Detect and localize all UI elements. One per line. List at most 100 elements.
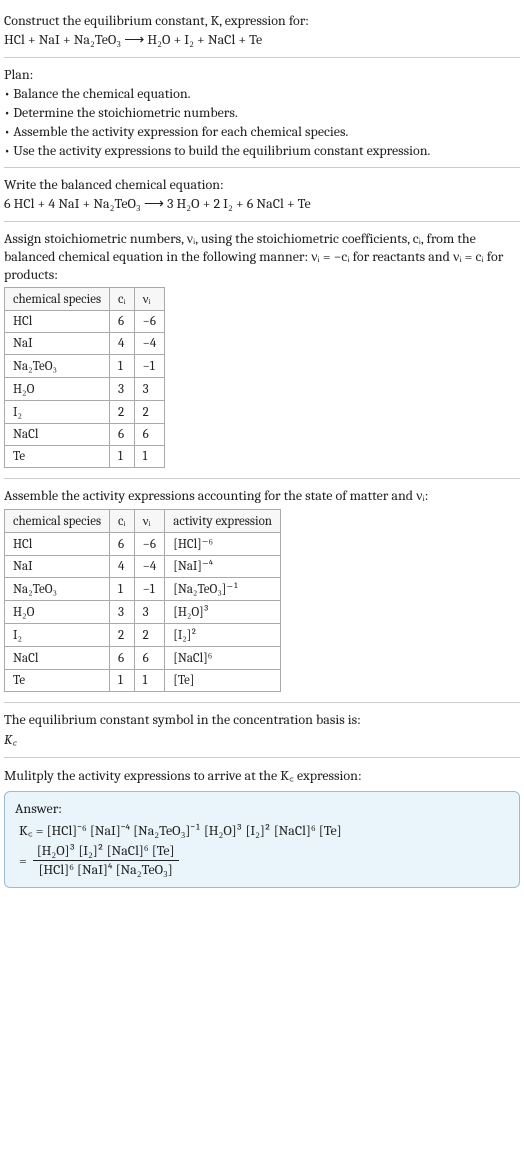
symbol-title: The equilibrium constant symbol in the c… [4, 711, 520, 728]
table-row: Na₂TeO₃1−1 [5, 355, 165, 378]
cell-activity: [I₂]² [165, 624, 281, 647]
cell-activity: [Te] [165, 670, 281, 692]
col-species: chemical species [5, 288, 110, 311]
balanced-equation: 6 HCl + 4 NaI + Na₂TeO₃ ⟶ 3 H₂O + 2 I₂ +… [4, 195, 520, 213]
cell-vi: 1 [134, 670, 165, 692]
plan-title: Plan: [4, 66, 520, 83]
cell-activity: [Na₂TeO₃]⁻¹ [165, 578, 281, 601]
col-ci: cᵢ [110, 288, 135, 311]
cell-vi: −1 [134, 355, 165, 378]
cell-activity: [HCl]⁻⁶ [165, 533, 281, 556]
answer-line1: K꜀ = [HCl]⁻⁶ [NaI]⁻⁴ [Na₂TeO₃]⁻¹ [H₂O]³ … [19, 821, 342, 840]
col-activity: activity expression [165, 510, 281, 533]
col-ci: cᵢ [110, 510, 135, 533]
table-row: NaCl66 [5, 424, 165, 446]
section-prompt: Construct the equilibrium constant, K, e… [4, 4, 520, 58]
table-row: NaCl66[NaCl]⁶ [5, 647, 281, 670]
col-vi: νᵢ [134, 288, 165, 311]
fraction-denominator: [HCl]⁶ [NaI]⁴ [Na₂TeO₃] [33, 861, 179, 879]
cell-species: HCl [5, 533, 110, 556]
activity-intro: Assemble the activity expressions accoun… [4, 487, 520, 505]
cell-species: Te [5, 446, 110, 468]
cell-vi: 3 [134, 601, 165, 624]
cell-species: NaCl [5, 424, 110, 446]
cell-ci: 1 [110, 446, 135, 468]
cell-species: NaCl [5, 647, 110, 670]
plan-bullet: Use the activity expressions to build th… [4, 142, 520, 159]
cell-ci: 4 [110, 333, 135, 355]
cell-ci: 3 [110, 601, 135, 624]
cell-ci: 1 [110, 670, 135, 692]
cell-species: Na₂TeO₃ [5, 355, 110, 378]
section-activity: Assemble the activity expressions accoun… [4, 479, 520, 703]
fraction: [H₂O]³ [I₂]² [NaCl]⁶ [Te] [HCl]⁶ [NaI]⁴ … [33, 842, 179, 879]
table-row: HCl6−6[HCl]⁻⁶ [5, 533, 281, 556]
cell-vi: −4 [134, 333, 165, 355]
stoich-intro: Assign stoichiometric numbers, νᵢ, using… [4, 230, 520, 283]
table-row: I₂22[I₂]² [5, 624, 281, 647]
table-row: HCl6−6 [5, 311, 165, 333]
symbol-kc: K꜀ [4, 730, 520, 749]
cell-species: H₂O [5, 378, 110, 401]
section-symbol: The equilibrium constant symbol in the c… [4, 703, 520, 758]
answer-fraction: = [H₂O]³ [I₂]² [NaCl]⁶ [Te] [HCl]⁶ [NaI]… [19, 842, 509, 879]
section-balanced: Write the balanced chemical equation: 6 … [4, 168, 520, 222]
cell-vi: 2 [134, 401, 165, 424]
cell-ci: 6 [110, 311, 135, 333]
cell-species: Na₂TeO₃ [5, 578, 110, 601]
section-multiply: Mulitply the activity expressions to arr… [4, 758, 520, 892]
cell-species: I₂ [5, 624, 110, 647]
cell-vi: 3 [134, 378, 165, 401]
answer-title: Answer: [15, 800, 509, 817]
section-stoich: Assign stoichiometric numbers, νᵢ, using… [4, 222, 520, 479]
table-row: H₂O33 [5, 378, 165, 401]
table-header-row: chemical species cᵢ νᵢ [5, 288, 165, 311]
table-row: Te11[Te] [5, 670, 281, 692]
col-vi: νᵢ [134, 510, 165, 533]
table-row: I₂22 [5, 401, 165, 424]
cell-vi: 2 [134, 624, 165, 647]
table-row: NaI4−4 [5, 333, 165, 355]
cell-vi: −6 [134, 311, 165, 333]
cell-activity: [NaCl]⁶ [165, 647, 281, 670]
cell-species: I₂ [5, 401, 110, 424]
prompt-equation: HCl + NaI + Na₂TeO₃ ⟶ H₂O + I₂ + NaCl + … [4, 31, 520, 49]
cell-ci: 6 [110, 424, 135, 446]
answer-box: Answer: K꜀ = [HCl]⁻⁶ [NaI]⁻⁴ [Na₂TeO₃]⁻¹… [4, 791, 520, 888]
cell-vi: −4 [134, 556, 165, 578]
cell-ci: 1 [110, 355, 135, 378]
fraction-numerator: [H₂O]³ [I₂]² [NaCl]⁶ [Te] [33, 842, 179, 861]
cell-ci: 2 [110, 624, 135, 647]
cell-ci: 1 [110, 578, 135, 601]
cell-vi: −6 [134, 533, 165, 556]
multiply-title: Mulitply the activity expressions to arr… [4, 766, 520, 785]
col-species: chemical species [5, 510, 110, 533]
cell-ci: 3 [110, 378, 135, 401]
answer-equals: = [19, 852, 33, 869]
cell-species: H₂O [5, 601, 110, 624]
cell-ci: 2 [110, 401, 135, 424]
prompt-line-1: Construct the equilibrium constant, K, e… [4, 12, 520, 29]
cell-species: NaI [5, 333, 110, 355]
balanced-title: Write the balanced chemical equation: [4, 176, 520, 193]
table-row: NaI4−4[NaI]⁻⁴ [5, 556, 281, 578]
section-plan: Plan: Balance the chemical equation. Det… [4, 58, 520, 168]
stoich-table: chemical species cᵢ νᵢ HCl6−6 NaI4−4 Na₂… [4, 287, 165, 468]
cell-activity: [H₂O]³ [165, 601, 281, 624]
plan-bullet: Determine the stoichiometric numbers. [4, 104, 520, 121]
cell-ci: 6 [110, 533, 135, 556]
cell-activity: [NaI]⁻⁴ [165, 556, 281, 578]
table-row: Te11 [5, 446, 165, 468]
plan-bullet: Balance the chemical equation. [4, 85, 520, 102]
cell-species: NaI [5, 556, 110, 578]
cell-vi: 6 [134, 424, 165, 446]
cell-species: Te [5, 670, 110, 692]
cell-vi: −1 [134, 578, 165, 601]
answer-equation: K꜀ = [HCl]⁻⁶ [NaI]⁻⁴ [Na₂TeO₃]⁻¹ [H₂O]³ … [19, 821, 509, 840]
cell-vi: 1 [134, 446, 165, 468]
cell-ci: 4 [110, 556, 135, 578]
table-row: H₂O33[H₂O]³ [5, 601, 281, 624]
cell-ci: 6 [110, 647, 135, 670]
plan-bullet: Assemble the activity expression for eac… [4, 123, 520, 140]
table-row: Na₂TeO₃1−1[Na₂TeO₃]⁻¹ [5, 578, 281, 601]
